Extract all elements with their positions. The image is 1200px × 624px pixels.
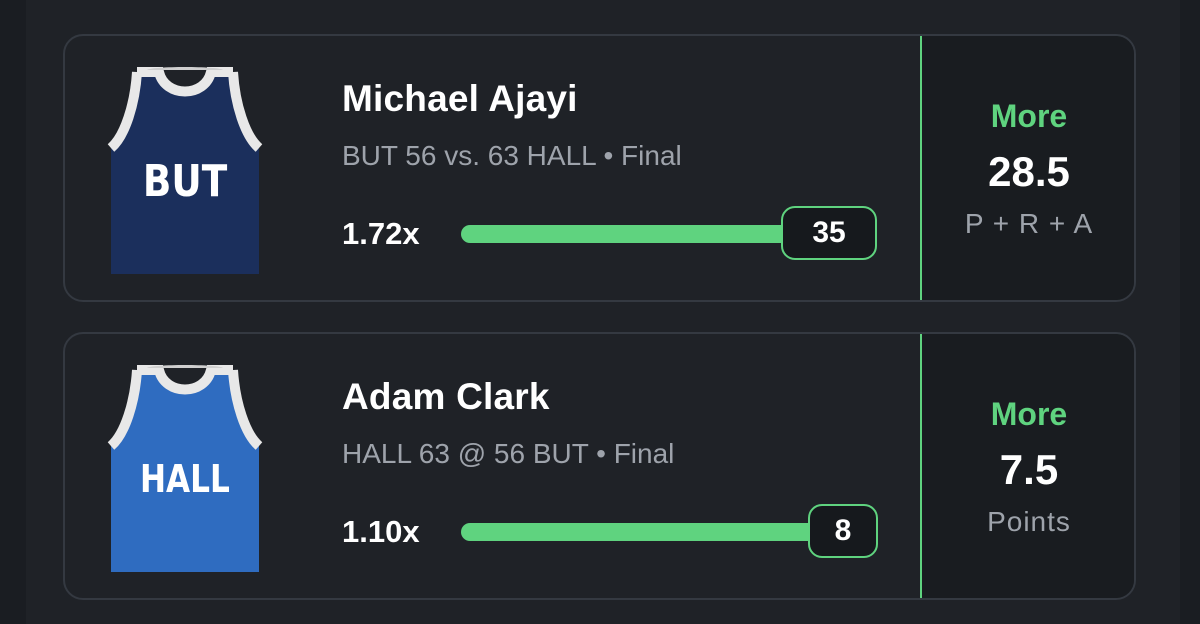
jersey-team-text: HALL <box>140 458 230 502</box>
projection-box[interactable]: More 28.5 P + R + A <box>920 36 1134 300</box>
payout-multiplier: 1.10x <box>342 514 420 549</box>
pick-card[interactable]: HALL Adam Clark HALL 63 @ 56 BUT • Final… <box>63 332 1136 600</box>
game-status: BUT 56 vs. 63 HALL • Final <box>342 140 682 171</box>
result-badge: 35 <box>781 206 877 260</box>
result-badge: 8 <box>808 504 878 558</box>
player-name: Adam Clark <box>342 376 550 417</box>
pick-card[interactable]: BUT Michael Ajayi BUT 56 vs. 63 HALL • F… <box>63 34 1136 302</box>
payout-multiplier: 1.72x <box>342 216 420 251</box>
jersey-team-text: BUT <box>143 155 228 207</box>
jersey-icon: BUT <box>107 67 263 274</box>
jersey-icon: HALL <box>107 365 263 572</box>
pick-direction: More <box>990 396 1068 432</box>
game-status: HALL 63 @ 56 BUT • Final <box>342 438 675 469</box>
player-name: Michael Ajayi <box>342 78 578 119</box>
stat-type: P + R + A <box>964 208 1094 239</box>
stat-type: Points <box>987 506 1071 537</box>
projection-line: 7.5 <box>999 446 1059 493</box>
projection-box[interactable]: More 7.5 Points <box>920 334 1134 598</box>
pick-direction: More <box>990 98 1068 134</box>
projection-line: 28.5 <box>988 148 1070 195</box>
